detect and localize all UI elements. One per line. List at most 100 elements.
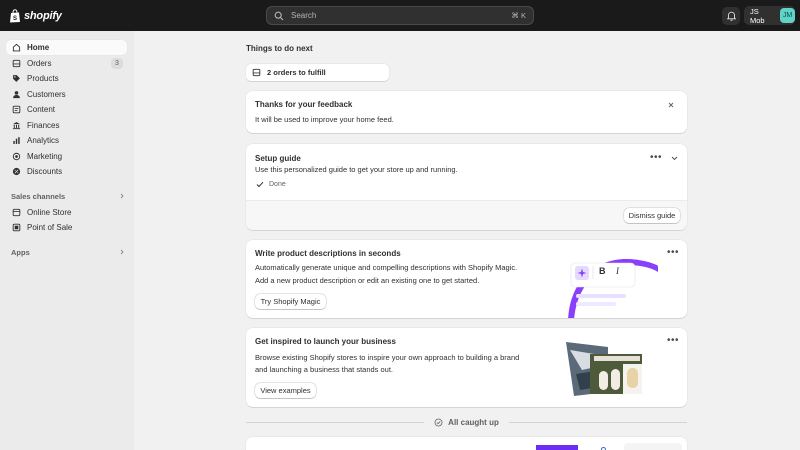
magic-line-1: Automatically generate unique and compel… — [255, 263, 518, 272]
chevron-right-icon — [120, 193, 124, 199]
sidebar-item-point-of-sale[interactable]: Point of Sale — [6, 220, 127, 235]
checkmark-icon — [256, 181, 264, 188]
top-bar: S shopify Search ⌘ K JS Mob JM — [0, 0, 800, 31]
sidebar-item-customers[interactable]: Customers — [6, 87, 127, 102]
search-placeholder: Search — [291, 11, 317, 20]
inspire-title: Get inspired to launch your business — [255, 337, 396, 346]
sidebar-item-label: Discounts — [27, 167, 63, 176]
sidebar-item-label: Home — [27, 43, 50, 52]
sales-channels-section[interactable]: Sales channels — [11, 190, 125, 202]
inspire-more-actions-button[interactable]: ••• — [667, 335, 679, 347]
bottom-card-accent — [536, 445, 578, 450]
sidebar-item-finances[interactable]: Finances — [6, 118, 127, 133]
setup-guide-text: Use this personalized guide to get your … — [255, 165, 458, 174]
avatar: JM — [780, 8, 795, 23]
dismiss-guide-button[interactable]: Dismiss guide — [624, 208, 680, 223]
view-examples-button[interactable]: View examples — [255, 383, 316, 398]
sidebar-item-label: Finances — [27, 120, 60, 130]
sidebar-item-home[interactable]: Home — [6, 40, 127, 55]
all-caught-up-label: All caught up — [448, 417, 499, 427]
target-icon — [12, 152, 21, 160]
sidebar-item-orders[interactable]: Orders 3 — [6, 56, 127, 71]
divider-line — [508, 421, 688, 423]
content-icon — [12, 105, 21, 114]
discount-icon — [12, 167, 21, 176]
sidebar-item-marketing[interactable]: Marketing — [6, 149, 127, 164]
editor-illustration — [568, 259, 658, 318]
setup-guide-title: Setup guide — [255, 154, 301, 163]
inspire-line-1: Browse existing Shopify stores to inspir… — [255, 353, 520, 362]
apps-section[interactable]: Apps — [11, 246, 125, 258]
magic-illustration: B I — [568, 258, 658, 318]
inspire-card: Get inspired to launch your business Bro… — [246, 328, 687, 407]
check-circle-icon — [434, 418, 443, 426]
home-icon — [12, 43, 21, 52]
account-menu-button[interactable]: JS Mob JM — [744, 6, 795, 25]
more-dots-icon: ••• — [667, 247, 680, 258]
store-icon — [12, 208, 21, 216]
orders-icon — [252, 68, 261, 77]
pos-icon — [12, 223, 21, 232]
feedback-title: Thanks for your feedback — [255, 100, 353, 109]
sidebar-item-label: Online Store — [27, 207, 72, 217]
svg-text:S: S — [13, 16, 17, 22]
sidebar-item-label: Content — [27, 105, 56, 114]
close-icon — [668, 102, 674, 108]
sidebar-item-online-store[interactable]: Online Store — [6, 205, 127, 220]
chevron-down-icon — [671, 156, 677, 160]
sidebar-item-label: Orders — [27, 58, 52, 68]
bank-icon — [12, 121, 21, 129]
done-label: Done — [269, 181, 286, 188]
sidebar-item-discounts[interactable]: Discounts — [6, 164, 127, 179]
sidebar-item-analytics[interactable]: Analytics — [6, 133, 127, 148]
chart-icon — [13, 137, 20, 144]
shopify-bag-icon: S — [10, 8, 20, 22]
setup-guide-card: Setup guide Use this personalized guide … — [246, 144, 687, 230]
notifications-button[interactable] — [722, 7, 740, 25]
close-feedback-button[interactable] — [665, 99, 677, 111]
store-examples-illustration — [566, 342, 642, 396]
inspire-line-2: and launching a business that stands out… — [255, 365, 394, 374]
divider-line — [246, 421, 425, 423]
all-caught-up-divider: All caught up — [246, 415, 688, 429]
account-name: JS Mob — [750, 6, 765, 25]
feedback-card: Thanks for your feedback It will be used… — [246, 91, 687, 133]
setup-more-actions-button[interactable]: ••• — [650, 152, 662, 164]
section-label: Sales channels — [11, 191, 66, 201]
feedback-text: It will be used to improve your home fee… — [255, 115, 394, 124]
italic-format-icon: I — [616, 266, 619, 276]
bell-icon — [726, 11, 736, 21]
setup-collapse-button[interactable] — [668, 152, 680, 164]
orders-icon — [12, 59, 21, 67]
orders-to-fulfill-button[interactable]: 2 orders to fulfill — [246, 64, 389, 81]
orders-count-badge: 3 — [111, 57, 123, 69]
setup-done-row: Done — [256, 181, 286, 188]
sidebar-item-content[interactable]: Content — [6, 102, 127, 117]
setup-guide-footer — [246, 200, 687, 230]
try-shopify-magic-button[interactable]: Try Shopify Magic — [255, 294, 326, 309]
magic-line-2: Add a new product description or edit an… — [255, 275, 480, 285]
person-icon — [13, 90, 20, 98]
magic-more-actions-button[interactable]: ••• — [667, 247, 679, 259]
sidebar-item-label: Customers — [27, 89, 66, 99]
all-caught-up-status: All caught up — [424, 418, 509, 427]
logo-text: shopify — [24, 9, 62, 22]
search-shortcut: ⌘ K — [511, 11, 526, 20]
sidebar-item-label: Point of Sale — [27, 223, 73, 232]
tag-icon — [13, 75, 20, 82]
shopify-logo[interactable]: S shopify — [9, 8, 62, 23]
bottom-card-partial — [246, 437, 687, 450]
magic-title: Write product descriptions in seconds — [255, 249, 401, 258]
chevron-right-icon — [120, 249, 124, 255]
sidebar: Home Orders 3 Products Customers Content… — [0, 31, 134, 450]
orders-to-fulfill-label: 2 orders to fulfill — [267, 68, 326, 77]
bold-format-icon: B — [599, 266, 606, 276]
sidebar-item-label: Marketing — [27, 151, 63, 161]
sidebar-item-label: Analytics — [27, 136, 60, 145]
search-icon — [274, 11, 284, 20]
search-bar[interactable]: Search ⌘ K — [266, 6, 534, 25]
more-dots-icon: ••• — [667, 335, 680, 346]
more-dots-icon: ••• — [650, 152, 663, 163]
bottom-card-panel — [624, 443, 682, 450]
sidebar-item-products[interactable]: Products — [6, 71, 127, 86]
